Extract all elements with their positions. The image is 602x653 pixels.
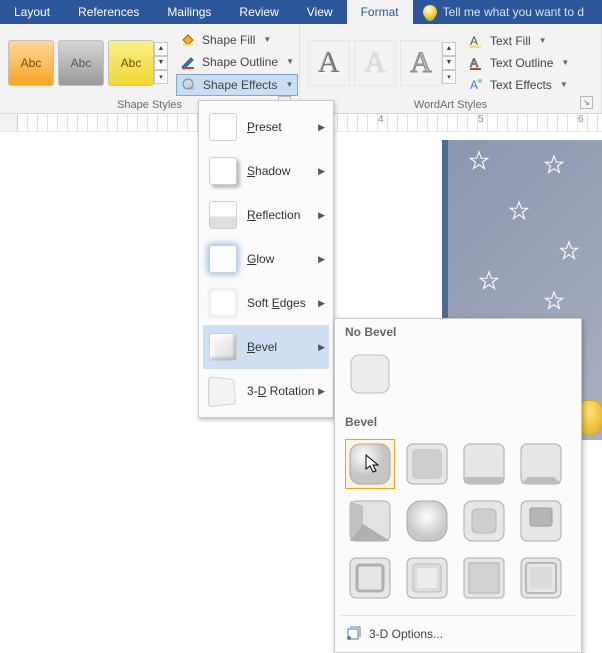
submenu-arrow-icon: ▶: [318, 386, 325, 397]
dropdown-icon: ▼: [286, 80, 294, 89]
effects-icon: [181, 77, 197, 93]
text-effects-icon: A: [468, 77, 484, 93]
dropdown-icon: ▼: [561, 58, 569, 67]
wordart-style-3[interactable]: A: [400, 40, 442, 86]
submenu-arrow-icon: ▶: [318, 254, 325, 265]
menu-separator: [341, 615, 575, 616]
shape-style-swatch-2[interactable]: Abc: [58, 40, 104, 86]
bevel-option-hard-edge[interactable]: [459, 553, 509, 603]
ribbon-tabs: Layout References Mailings Review View F…: [0, 0, 602, 24]
wordart-style-2[interactable]: A: [354, 40, 396, 86]
shape-effects-menu: Preset ▶ Shadow ▶ Reflection ▶ Glow ▶ So…: [198, 100, 334, 418]
fx-item-bevel[interactable]: Bevel ▶: [203, 325, 329, 369]
bevel-header-none: No Bevel: [335, 319, 581, 343]
bucket-icon: [180, 32, 196, 48]
fx-item-3d-rotation[interactable]: 3-D Rotation ▶: [203, 369, 329, 413]
bevel-option-relaxed-inset[interactable]: [402, 439, 452, 489]
submenu-arrow-icon: ▶: [318, 342, 325, 353]
dropdown-icon: ▼: [286, 57, 294, 66]
bevel-option-cool-slant[interactable]: [516, 439, 566, 489]
svg-text:A: A: [470, 56, 478, 70]
wordart-gallery-spinner[interactable]: ▲ ▼ ▾: [442, 42, 456, 84]
bevel-option-none[interactable]: [345, 349, 395, 399]
text-outline-icon: A: [468, 55, 484, 71]
submenu-arrow-icon: ▶: [318, 298, 325, 309]
fx-item-glow[interactable]: Glow ▶: [203, 237, 329, 281]
glow-thumb-icon: [209, 245, 237, 273]
preset-thumb-icon: [209, 113, 237, 141]
bevel-option-circle[interactable]: [345, 439, 395, 489]
dropdown-icon: ▼: [560, 80, 568, 89]
bevel-option-convex[interactable]: [459, 496, 509, 546]
submenu-arrow-icon: ▶: [318, 122, 325, 133]
bevel-3d-options[interactable]: 3-D Options...: [335, 618, 581, 652]
bulb-icon: [423, 5, 437, 19]
shape-effects-button[interactable]: Shape Effects ▼: [176, 74, 298, 96]
chevron-down-icon[interactable]: ▼: [442, 56, 456, 70]
text-fill-button[interactable]: A Text Fill ▼: [464, 31, 573, 51]
reflection-thumb-icon: [209, 201, 237, 229]
pen-icon: [180, 54, 196, 70]
text-fill-icon: A: [468, 33, 484, 49]
chevron-up-icon[interactable]: ▲: [154, 42, 168, 56]
tab-view[interactable]: View: [293, 0, 347, 24]
fx-item-soft-edges[interactable]: Soft Edges ▶: [203, 281, 329, 325]
chevron-up-icon[interactable]: ▲: [442, 42, 456, 56]
rotation-thumb-icon: [208, 376, 236, 407]
submenu-arrow-icon: ▶: [318, 166, 325, 177]
shape-style-swatch-3[interactable]: Abc: [108, 40, 154, 86]
dropdown-icon: ▼: [539, 36, 547, 45]
ruler-tab-well[interactable]: [0, 114, 18, 132]
bevel-option-cross[interactable]: [459, 439, 509, 489]
options-icon: [345, 626, 361, 642]
fx-item-shadow[interactable]: Shadow ▶: [203, 149, 329, 193]
bevel-header-bevel: Bevel: [335, 409, 581, 433]
fx-item-reflection[interactable]: Reflection ▶: [203, 193, 329, 237]
softedges-thumb-icon: [209, 289, 237, 317]
bevel-option-soft-round[interactable]: [402, 496, 452, 546]
tab-review[interactable]: Review: [225, 0, 292, 24]
shape-outline-button[interactable]: Shape Outline ▼: [176, 52, 298, 72]
text-effects-button[interactable]: A Text Effects ▼: [464, 75, 573, 95]
bevel-option-slope[interactable]: [516, 496, 566, 546]
tell-me-label: Tell me what you want to d: [443, 5, 584, 19]
dropdown-icon: ▼: [263, 35, 271, 44]
tab-mailings[interactable]: Mailings: [153, 0, 225, 24]
gallery-expand-icon[interactable]: ▾: [154, 70, 168, 84]
group-wordart-styles: A A A ▲ ▼ ▾ A Text Fill ▼ A Text Outline: [300, 24, 602, 113]
shape-style-swatch-1[interactable]: Abc: [8, 40, 54, 86]
tell-me-search[interactable]: Tell me what you want to d: [413, 0, 602, 24]
bevel-option-angle[interactable]: [345, 496, 395, 546]
tab-format[interactable]: Format: [347, 0, 413, 24]
bevel-submenu: No Bevel Bevel: [334, 318, 582, 653]
chevron-down-icon[interactable]: ▼: [154, 56, 168, 70]
svg-text:A: A: [470, 34, 478, 48]
bevel-thumb-icon: [209, 333, 237, 361]
dialog-launcher-icon[interactable]: ↘: [580, 96, 593, 109]
shape-style-gallery-spinner[interactable]: ▲ ▼ ▾: [154, 42, 168, 84]
tab-references[interactable]: References: [64, 0, 153, 24]
fx-item-preset[interactable]: Preset ▶: [203, 105, 329, 149]
gallery-expand-icon[interactable]: ▾: [442, 70, 456, 84]
text-outline-button[interactable]: A Text Outline ▼: [464, 53, 573, 73]
shadow-thumb-icon: [209, 157, 237, 185]
submenu-arrow-icon: ▶: [318, 210, 325, 221]
bevel-option-riblet[interactable]: [402, 553, 452, 603]
group-label-wordart: WordArt Styles ↘: [308, 97, 593, 111]
shape-fill-button[interactable]: Shape Fill ▼: [176, 30, 298, 50]
wordart-style-1[interactable]: A: [308, 40, 350, 86]
bevel-option-art-deco[interactable]: [516, 553, 566, 603]
tab-layout[interactable]: Layout: [0, 0, 64, 24]
svg-text:A: A: [470, 78, 478, 92]
bevel-3d-options-label: 3-D Options...: [369, 627, 443, 641]
bevel-option-divot[interactable]: [345, 553, 395, 603]
